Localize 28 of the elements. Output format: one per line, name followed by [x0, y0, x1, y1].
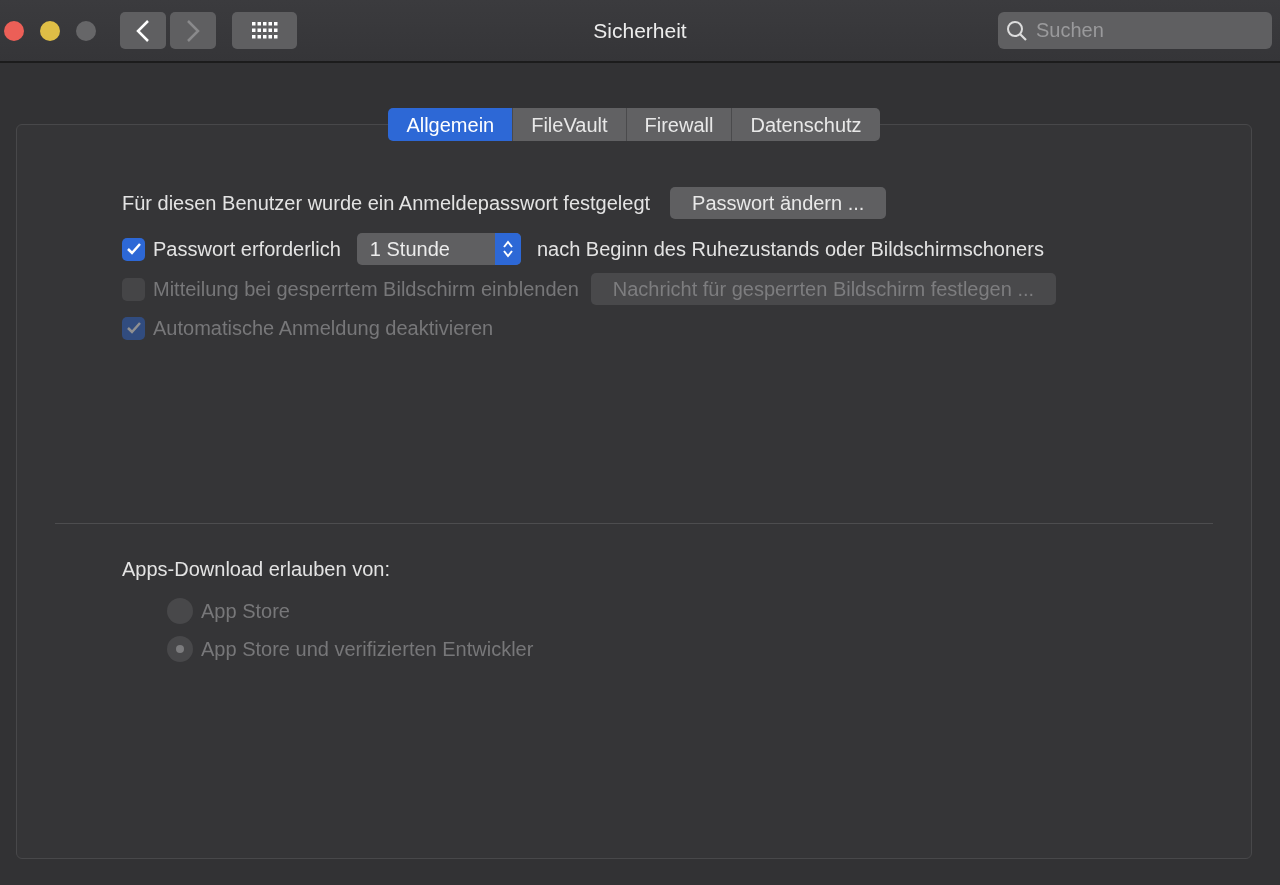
checkbox[interactable] [122, 237, 145, 261]
minimize-button[interactable] [40, 20, 60, 41]
checkmark-icon [125, 321, 142, 335]
close-button[interactable] [4, 20, 24, 41]
chevron-right-icon [186, 18, 200, 43]
window-title: Sicherheit [593, 17, 687, 44]
checkmark-icon [125, 242, 142, 256]
tab[interactable]: Firewall [626, 108, 733, 141]
radio-label: App Store und verifizierten Entwickler [201, 637, 534, 662]
search-field[interactable]: Suchen [998, 12, 1272, 49]
grid-icon [251, 21, 278, 40]
option-label: Mitteilung bei gesperrtem Bildschirm einblenden [153, 277, 579, 302]
option-label: Automatische Anmeldung deaktivieren [153, 316, 494, 341]
stepper-icon [501, 239, 514, 259]
option-label: Passwort erforderlich [153, 237, 341, 262]
tab[interactable]: Allgemein [388, 108, 514, 141]
zoom-button[interactable] [76, 20, 96, 41]
radio-label: App Store [201, 599, 290, 624]
option-suffix: nach Beginn des Ruhezustands oder Bildschirmschoners [536, 237, 1044, 262]
download-heading: Apps-Download erlauben von: [122, 557, 391, 582]
tab[interactable]: FileVault [513, 108, 627, 141]
chevron-left-icon [136, 18, 150, 43]
show-all-button[interactable] [232, 12, 297, 49]
password-status-label: Für diesen Benutzer wurde ein Anmeldepasswort festgelegt [122, 191, 651, 216]
tab[interactable]: Datenschutz [732, 108, 880, 141]
interval-select[interactable]: 1 Stunde [356, 233, 521, 265]
back-button[interactable] [120, 12, 166, 49]
change-password-button[interactable]: Passwort ändern ... [670, 187, 887, 219]
